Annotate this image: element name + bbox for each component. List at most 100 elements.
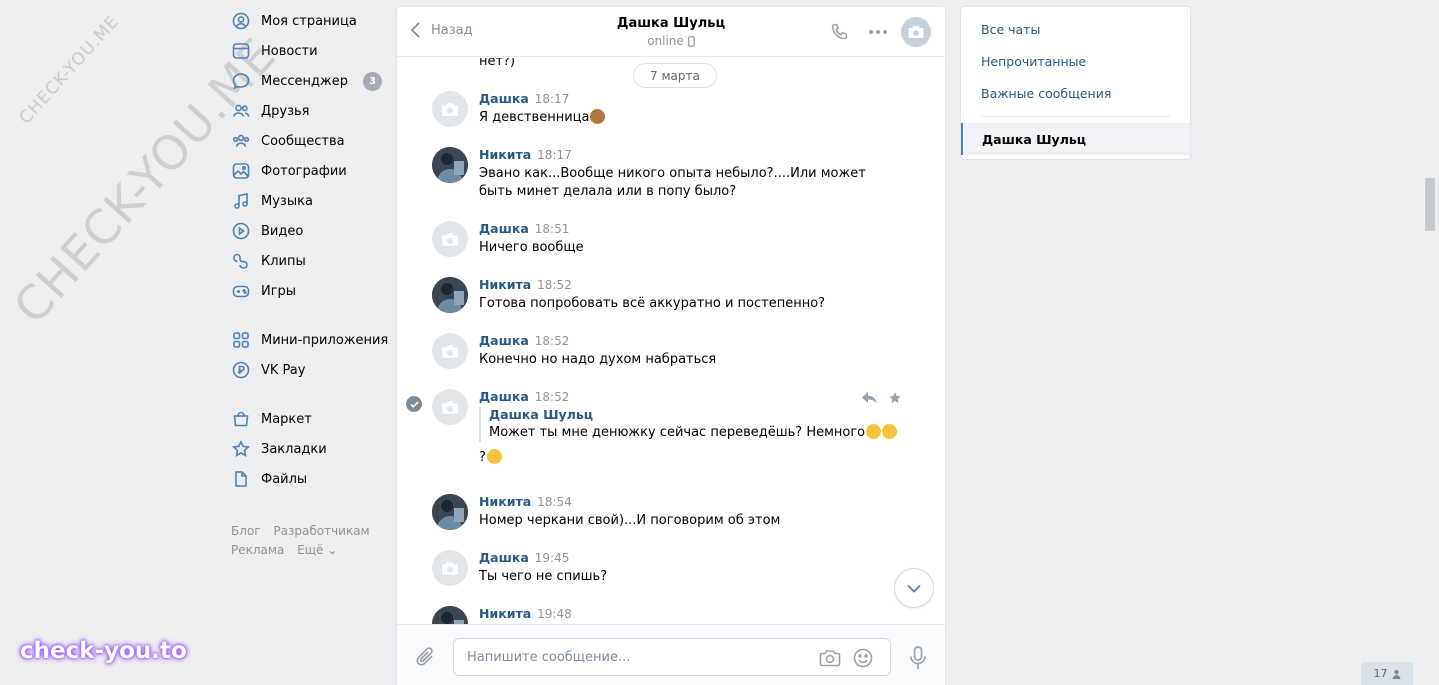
message-time[interactable]: 18:54 [537,495,572,509]
watermark-small: CHECK-YOU.ME [15,11,124,129]
nav-item-games[interactable]: Игры [222,276,392,306]
camera-icon[interactable] [819,647,841,669]
avatar[interactable] [432,606,468,624]
message-time[interactable]: 18:52 [537,278,572,292]
message-meta: Дашка 18:17 [479,91,569,106]
message-text: Я девственница [479,110,590,125]
back-button[interactable]: Назад [409,21,473,39]
forwarded-author[interactable]: Дашка Шульц [489,407,899,423]
panel-divider [981,116,1170,117]
nav-item-market[interactable]: Маркет [222,404,392,434]
nav-item-music[interactable]: Музыка [222,186,392,216]
microphone-icon[interactable] [907,645,929,671]
pleading-face-emoji-icon [486,449,502,464]
nav-item-news[interactable]: Новости [222,36,392,66]
peer-status-text: online [647,34,684,48]
message-author[interactable]: Дашка [479,333,529,348]
chevron-down-icon: ⌄ [327,543,338,557]
message-author[interactable]: Дашка [479,389,529,404]
message-time[interactable]: 18:52 [535,390,570,404]
camera-icon [441,344,459,358]
avatar[interactable] [432,221,468,257]
message-author[interactable]: Никита [479,606,531,621]
message-body: ? [479,449,502,465]
nav-item-messenger[interactable]: Мессенджер 3 [222,66,392,96]
message-time[interactable]: 19:48 [537,607,572,621]
clips-icon [232,252,250,270]
avatar[interactable] [432,333,468,369]
message-time[interactable]: 19:45 [535,551,570,565]
message-input[interactable] [454,639,794,675]
nav-label: Сообщества [261,133,345,149]
message-time[interactable]: 18:51 [535,222,570,236]
message-time[interactable]: 18:17 [537,148,572,162]
camera-icon [441,232,459,246]
message-author[interactable]: Дашка [479,550,529,565]
nav-separator [222,385,392,404]
message-item-selected[interactable]: Дашка 18:52 Дашка Шульц Может ты мне деню… [397,389,945,479]
message-author[interactable]: Никита [479,494,531,509]
nav-item-clips[interactable]: Клипы [222,246,392,276]
user-circle-icon [232,12,250,30]
footer-link-ads[interactable]: Реклама [231,543,284,557]
message-time[interactable]: 18:52 [535,334,570,348]
left-nav: Моя страница Новости Мессенджер 3 Друзья… [222,6,392,560]
phone-icon[interactable] [825,17,855,47]
message-list[interactable]: нет?) 7 марта Дашка 18:17 Я девственница … [397,58,945,624]
peer-avatar[interactable] [901,17,931,47]
vk-pay-icon [232,361,250,379]
reply-icon[interactable] [859,389,879,407]
peer-status: online [647,34,695,48]
avatar[interactable] [432,550,468,586]
message-text: Готова попробовать всё аккуратно и посте… [479,296,826,311]
scroll-down-button[interactable] [894,568,934,608]
nav-item-files[interactable]: Файлы [222,464,392,494]
star-icon[interactable] [885,389,905,407]
filter-important[interactable]: Важные сообщения [961,77,1190,109]
nav-item-mini-apps[interactable]: Мини-приложения [222,325,392,355]
smile-icon[interactable] [852,647,874,669]
message-author[interactable]: Дашка [479,221,529,236]
message-author[interactable]: Никита [479,277,531,292]
footer-link-dev[interactable]: Разработчикам [273,524,369,538]
pleading-face-emoji-icon [882,424,898,439]
music-icon [232,192,250,210]
selected-conversation[interactable]: Дашка Шульц [961,123,1190,155]
avatar[interactable] [432,494,468,530]
filter-unread[interactable]: Непрочитанные [961,45,1190,77]
nav-item-communities[interactable]: Сообщества [222,126,392,156]
message-meta: Дашка 18:51 [479,221,569,236]
nav-item-bookmarks[interactable]: Закладки [222,434,392,464]
avatar[interactable] [432,147,468,183]
nav-item-vk-pay[interactable]: VK Pay [222,355,392,385]
avatar[interactable] [432,277,468,313]
more-icon[interactable] [863,17,893,47]
nav-item-my-page[interactable]: Моя страница [222,6,392,36]
nav-item-photos[interactable]: Фотографии [222,156,392,186]
nav-item-video[interactable]: Видео [222,216,392,246]
message-text: Номер черкани свой)...И поговорим об это… [479,513,781,528]
message-time[interactable]: 18:17 [535,92,570,106]
nav-item-friends[interactable]: Друзья [222,96,392,126]
avatar[interactable] [432,389,468,425]
online-counter[interactable]: 17 [1361,662,1413,685]
message-meta: Дашка 18:52 [479,389,569,404]
check-icon[interactable] [406,396,422,412]
paperclip-icon[interactable] [415,645,437,669]
camera-icon [441,400,459,414]
forwarded-message[interactable]: Дашка Шульц Может ты мне денюжку сейчас … [479,407,899,442]
mobile-icon [687,35,695,47]
message-author[interactable]: Никита [479,147,531,162]
page-scrollbar[interactable] [1425,178,1435,231]
nav-footer: Блог Разработчикам Реклама Ещё ⌄ [222,522,392,560]
avatar[interactable] [432,91,468,127]
nav-label: Видео [261,223,304,239]
user-photo-icon [432,606,468,624]
communities-icon [232,132,250,150]
footer-link-more[interactable]: Ещё ⌄ [297,543,337,557]
filter-all-chats[interactable]: Все чаты [961,13,1190,45]
message-author[interactable]: Дашка [479,91,529,106]
message-meta: Дашка 18:52 [479,333,569,348]
news-icon [232,42,250,60]
footer-link-blog[interactable]: Блог [231,524,261,538]
